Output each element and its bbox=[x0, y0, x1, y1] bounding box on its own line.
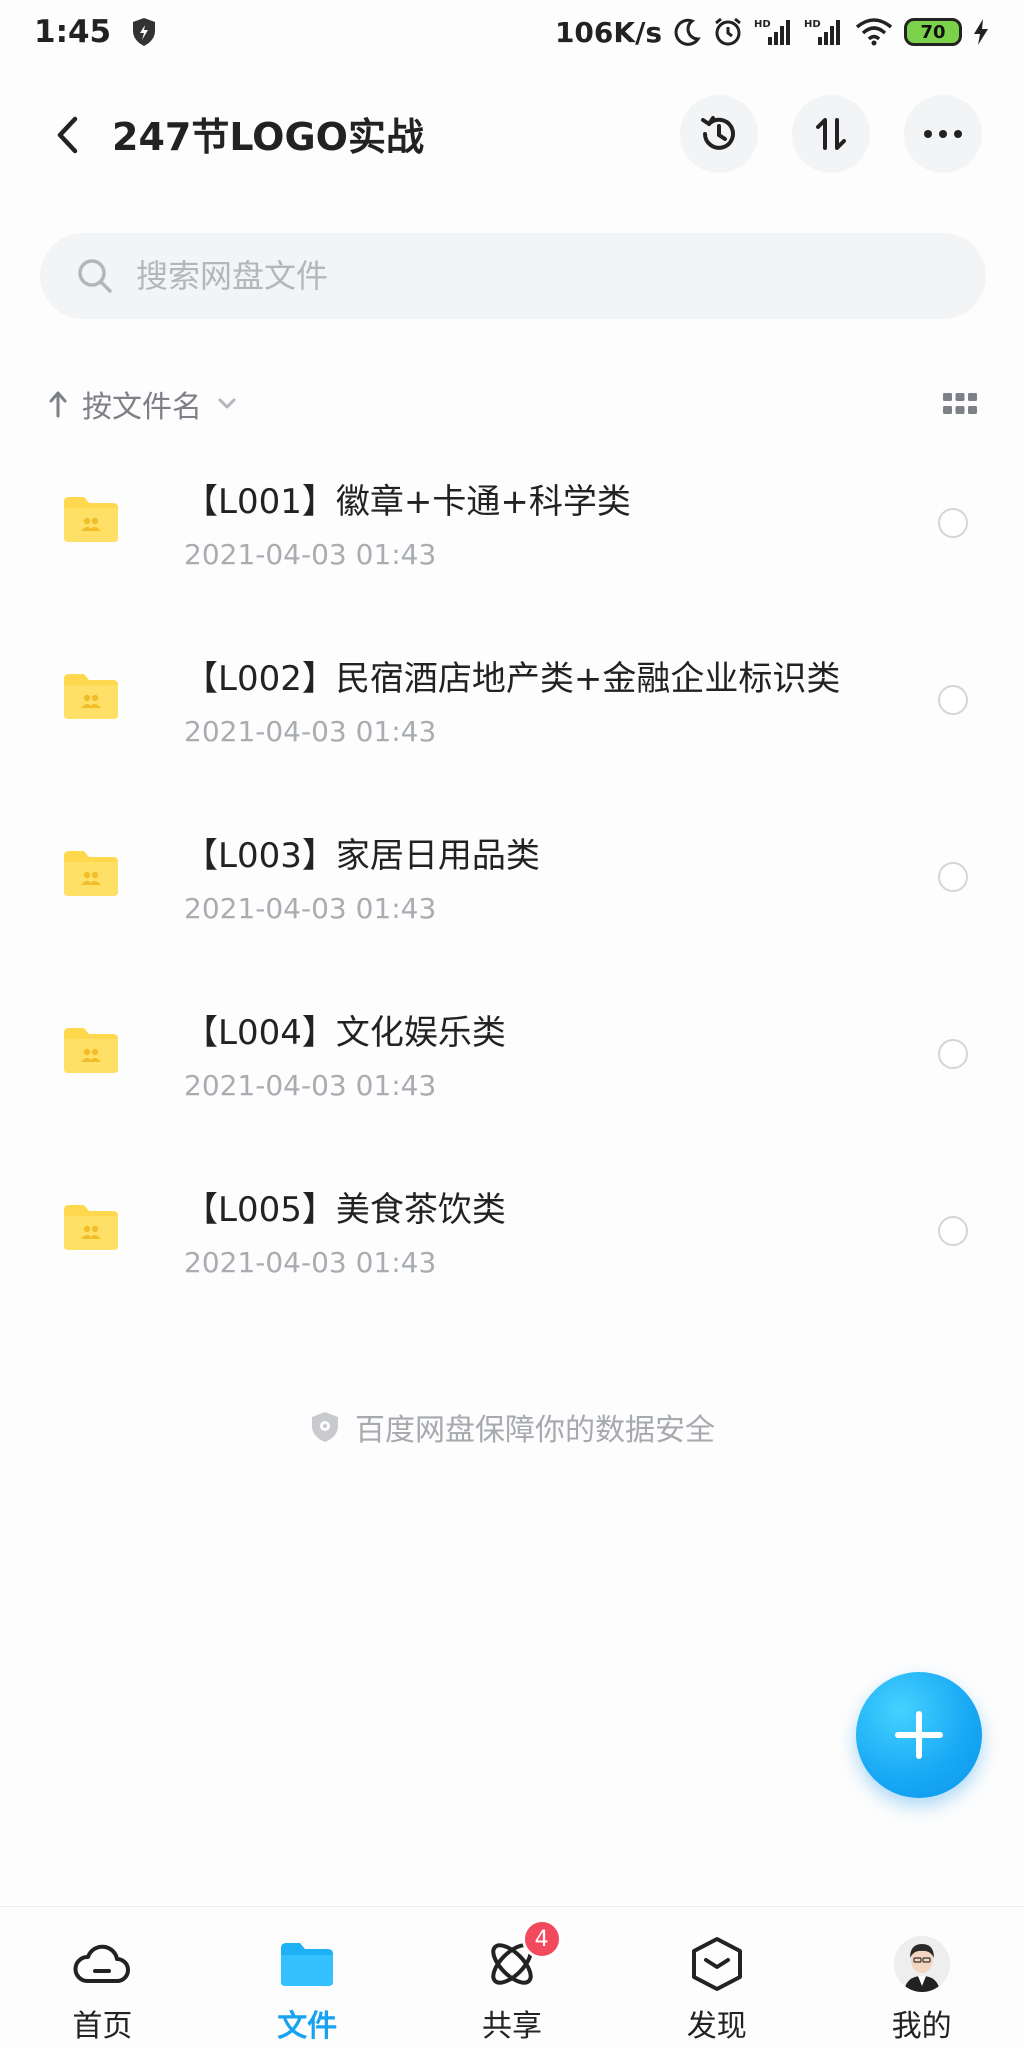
signal-hd-icon-2: HD bbox=[804, 17, 844, 47]
search-bar[interactable] bbox=[40, 233, 986, 319]
shared-folder-icon bbox=[64, 1205, 118, 1250]
file-row[interactable]: 【L003】家居日用品类 2021-04-03 01:43 bbox=[0, 804, 1024, 981]
folder-icon bbox=[278, 1935, 336, 1993]
file-row[interactable]: 【L001】徽章+卡通+科学类 2021-04-03 01:43 bbox=[0, 450, 1024, 627]
sort-row: 按文件名 bbox=[48, 378, 978, 430]
status-bar: 1:45 106K/s HD HD 70 bbox=[0, 0, 1024, 64]
grid-view-button[interactable] bbox=[942, 386, 978, 422]
file-name: 【L004】文化娱乐类 bbox=[184, 1013, 506, 1053]
nav-item-home[interactable]: 首页 bbox=[0, 1907, 205, 2048]
charging-bolt-icon bbox=[972, 18, 990, 46]
nav-label: 发现 bbox=[686, 2009, 747, 2044]
safety-notice-text: 百度网盘保障你的数据安全 bbox=[355, 1413, 715, 1448]
shield-icon bbox=[312, 1412, 338, 1442]
cloud-icon bbox=[73, 1935, 131, 1993]
select-checkbox[interactable] bbox=[938, 862, 968, 892]
avatar bbox=[893, 1935, 951, 1993]
select-checkbox[interactable] bbox=[938, 508, 968, 538]
grid-view-icon bbox=[943, 393, 977, 414]
search-input[interactable] bbox=[134, 256, 914, 296]
svg-text:HD: HD bbox=[804, 19, 821, 30]
signal-hd-icon: HD bbox=[754, 17, 794, 47]
more-dots-icon bbox=[924, 130, 962, 138]
file-date: 2021-04-03 01:43 bbox=[184, 715, 437, 748]
safety-notice: 百度网盘保障你的数据安全 bbox=[0, 1402, 1024, 1452]
history-icon bbox=[701, 116, 735, 150]
nav-item-discover[interactable]: 发现 bbox=[614, 1907, 819, 2048]
nav-label: 共享 bbox=[481, 2009, 542, 2044]
nav-item-share[interactable]: 共享 4 bbox=[410, 1907, 615, 2048]
file-name: 【L005】美食茶饮类 bbox=[184, 1190, 506, 1230]
shield-bolt-icon bbox=[131, 17, 157, 47]
alarm-icon bbox=[712, 16, 744, 48]
nav-item-files[interactable]: 文件 bbox=[205, 1907, 410, 2048]
transfer-button[interactable] bbox=[792, 95, 870, 173]
search-icon bbox=[78, 259, 112, 293]
bottom-nav: 首页 文件 共享 4 发现 我的 bbox=[0, 1906, 1024, 2048]
file-name: 【L003】家居日用品类 bbox=[184, 836, 540, 876]
net-speed: 106K/s bbox=[554, 15, 662, 49]
page-title: 247节LOGO实战 bbox=[112, 115, 424, 159]
file-name: 【L002】民宿酒店地产类+金融企业标识类 bbox=[184, 659, 841, 699]
shared-folder-icon bbox=[64, 497, 118, 542]
chevron-down-icon bbox=[218, 398, 236, 409]
sort-arrow-up-icon bbox=[49, 391, 67, 418]
select-checkbox[interactable] bbox=[938, 1216, 968, 1246]
moon-icon bbox=[672, 17, 702, 47]
file-date: 2021-04-03 01:43 bbox=[184, 538, 437, 571]
status-right: 106K/s HD HD 70 bbox=[555, 16, 990, 49]
discover-box-icon bbox=[688, 1935, 746, 1993]
nav-label: 我的 bbox=[891, 2009, 952, 2044]
chevron-left-icon bbox=[57, 116, 78, 154]
shared-folder-icon bbox=[64, 674, 118, 719]
file-row[interactable]: 【L002】民宿酒店地产类+金融企业标识类 2021-04-03 01:43 bbox=[0, 627, 1024, 804]
sort-selector[interactable]: 按文件名 bbox=[48, 382, 238, 426]
nav-label: 文件 bbox=[277, 2009, 338, 2044]
back-button[interactable] bbox=[42, 110, 92, 160]
select-checkbox[interactable] bbox=[938, 685, 968, 715]
file-date: 2021-04-03 01:43 bbox=[184, 1246, 437, 1279]
battery-indicator: 70 bbox=[904, 18, 962, 46]
shared-folder-icon bbox=[64, 1028, 118, 1073]
svg-text:HD: HD bbox=[754, 19, 771, 30]
transfer-arrows-icon bbox=[816, 118, 846, 150]
file-row[interactable]: 【L005】美食茶饮类 2021-04-03 01:43 bbox=[0, 1158, 1024, 1335]
file-date: 2021-04-03 01:43 bbox=[184, 1069, 437, 1102]
file-name: 【L001】徽章+卡通+科学类 bbox=[184, 482, 631, 522]
status-time: 1:45 bbox=[34, 14, 112, 50]
file-row[interactable]: 【L004】文化娱乐类 2021-04-03 01:43 bbox=[0, 981, 1024, 1158]
add-button[interactable] bbox=[856, 1672, 982, 1798]
nav-label: 首页 bbox=[72, 2009, 133, 2044]
select-checkbox[interactable] bbox=[938, 1039, 968, 1069]
plus-icon bbox=[895, 1711, 943, 1759]
file-list: 【L001】徽章+卡通+科学类 2021-04-03 01:43 【L002】民… bbox=[0, 450, 1024, 1335]
more-button[interactable] bbox=[904, 95, 982, 173]
wifi-icon bbox=[854, 17, 894, 47]
nav-item-me[interactable]: 我的 bbox=[819, 1907, 1024, 2048]
header: 247节LOGO实战 bbox=[0, 80, 1024, 190]
status-left: 1:45 bbox=[34, 14, 157, 50]
history-button[interactable] bbox=[680, 95, 758, 173]
notification-badge: 4 bbox=[521, 1919, 562, 1959]
shared-folder-icon bbox=[64, 851, 118, 896]
file-date: 2021-04-03 01:43 bbox=[184, 892, 437, 925]
sort-label: 按文件名 bbox=[82, 390, 202, 425]
